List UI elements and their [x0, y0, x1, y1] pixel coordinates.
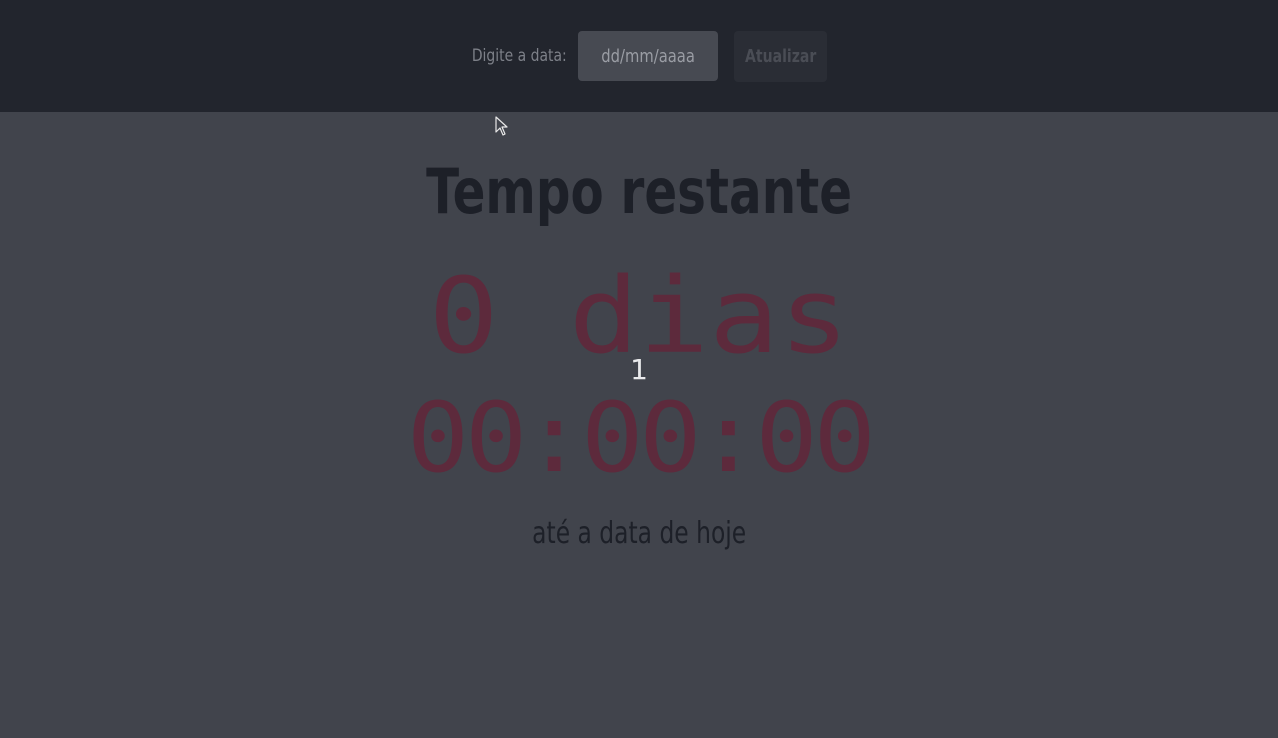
date-form: Digite a data: dd/mm/aaaa Atualizar	[451, 30, 828, 82]
days-remaining: 0 dias	[0, 255, 1278, 377]
page-title: Tempo restante	[0, 150, 1278, 234]
update-button[interactable]: Atualizar	[734, 30, 828, 82]
top-bar: Digite a data: dd/mm/aaaa Atualizar	[0, 0, 1278, 112]
subtitle: até a data de hoje	[0, 514, 1278, 554]
subtitle-text: até a data de hoje	[531, 516, 747, 551]
date-input[interactable]: dd/mm/aaaa	[578, 31, 719, 81]
date-label: Digite a data:	[471, 46, 567, 66]
days-remaining-text: 0 dias	[428, 255, 850, 377]
countdown-clock: 00:00:00	[0, 390, 1278, 486]
date-input-placeholder: dd/mm/aaaa	[601, 45, 696, 67]
update-button-label: Atualizar	[745, 45, 817, 67]
mouse-pointer-icon	[495, 116, 508, 136]
countdown-clock-text: 00:00:00	[406, 382, 876, 494]
page-title-text: Tempo restante	[426, 155, 852, 228]
